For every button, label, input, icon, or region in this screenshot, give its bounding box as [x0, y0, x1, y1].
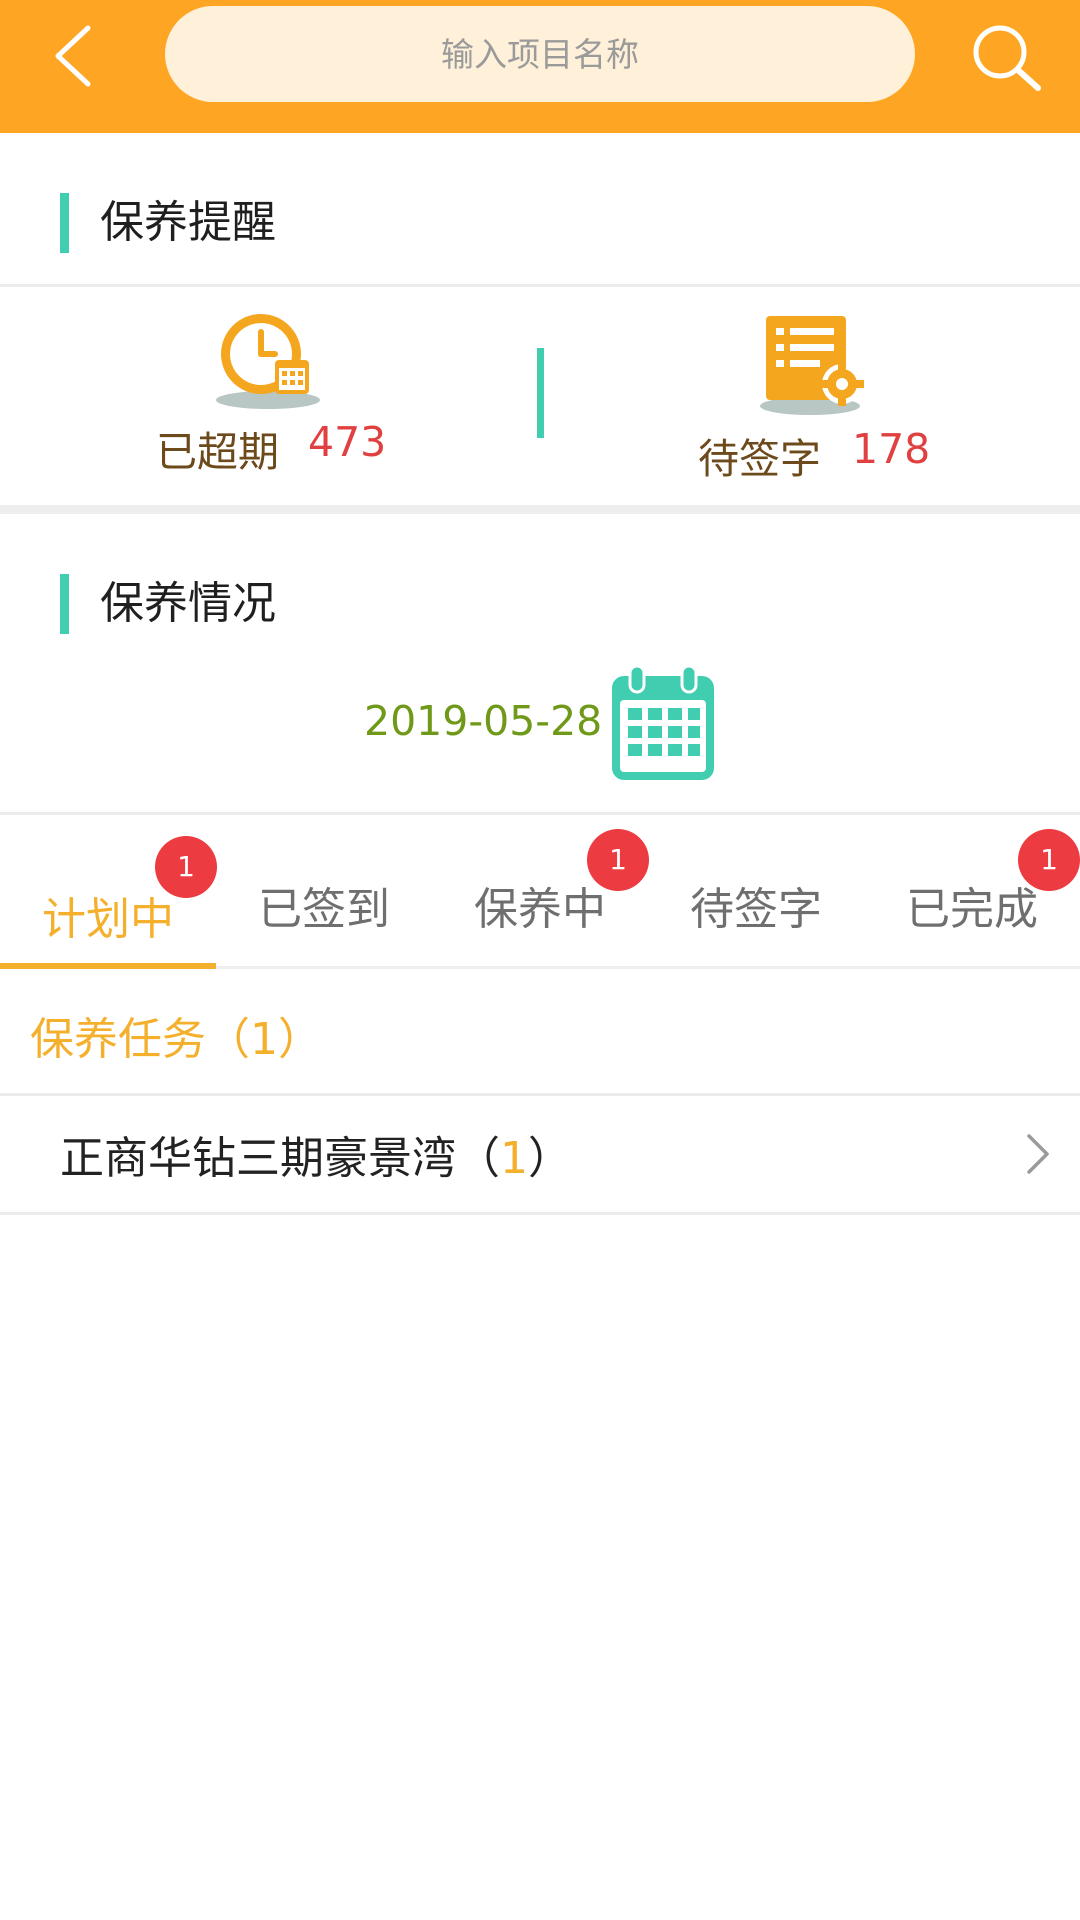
section-accent-bar [60, 193, 69, 253]
overdue-stat[interactable]: 已超期 473 [150, 310, 390, 476]
overdue-label: 已超期 [156, 428, 279, 476]
task-list-header: 保养任务（1） [30, 1014, 322, 1065]
date-picker-button[interactable] [608, 664, 718, 784]
document-gear-icon [760, 316, 864, 415]
project-count-open: （ [456, 1133, 500, 1184]
divider [0, 1212, 1080, 1215]
project-task-count: 1 [500, 1133, 528, 1184]
search-icon [973, 25, 1041, 91]
section-title-status: 保养情况 [100, 578, 276, 629]
stat-divider [537, 348, 544, 438]
divider [0, 812, 1080, 815]
active-tab-indicator [0, 963, 216, 969]
search-button[interactable] [968, 20, 1044, 96]
project-name: 正商华钻三期豪景湾 [60, 1133, 456, 1184]
calendar-icon [612, 664, 714, 780]
selected-date: 2019-05-28 [364, 697, 603, 745]
search-input[interactable] [165, 6, 915, 102]
tab-badge-planned: 1 [155, 836, 217, 898]
clock-calendar-icon [216, 314, 320, 409]
pending-sign-count: 178 [852, 425, 931, 473]
back-button[interactable] [40, 18, 110, 94]
project-count-close: ） [528, 1133, 572, 1184]
pending-sign-label: 待签字 [698, 435, 821, 483]
tab-checked-in[interactable]: 已签到 [216, 860, 432, 960]
chevron-left-icon [55, 25, 91, 87]
tab-badge-in-maintenance: 1 [587, 829, 649, 891]
tab-pending-sign[interactable]: 待签字 [648, 860, 864, 960]
section-divider [0, 505, 1080, 514]
project-name-row: 正商华钻三期豪景湾（1） [60, 1122, 572, 1186]
pending-sign-stat[interactable]: 待签字 178 [690, 310, 940, 483]
task-list-item[interactable]: 正商华钻三期豪景湾（1） [0, 1096, 1080, 1212]
section-title-reminder: 保养提醒 [100, 197, 276, 248]
divider [0, 284, 1080, 287]
overdue-count: 473 [308, 418, 387, 466]
tab-badge-completed: 1 [1018, 829, 1080, 891]
section-accent-bar [60, 574, 69, 634]
chevron-right-icon [1027, 1134, 1049, 1174]
